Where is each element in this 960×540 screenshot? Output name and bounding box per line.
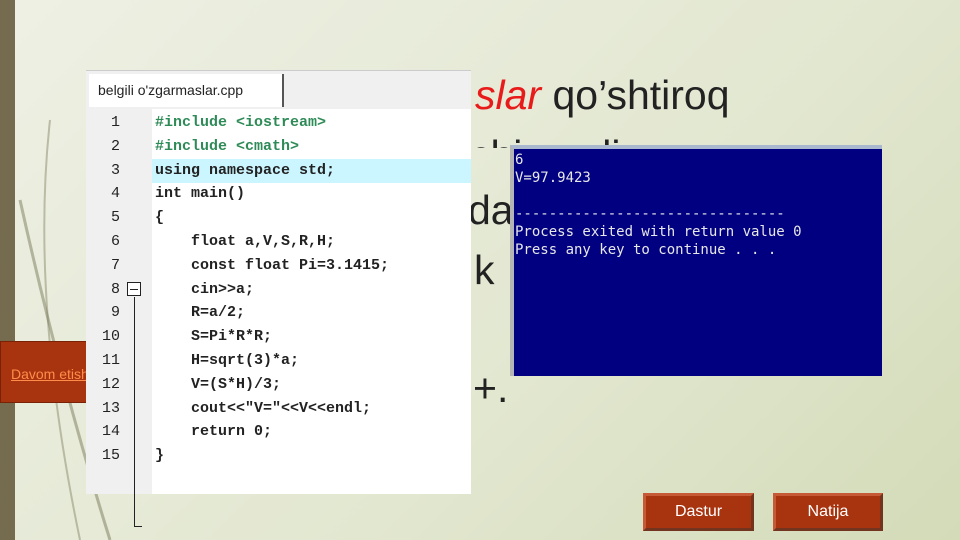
natija-button[interactable]: Natija [773, 493, 883, 531]
text: qo’shtiroq [552, 72, 730, 118]
code-line: #include <iostream> [155, 114, 327, 131]
code-line: cout<<"V="<<V<<endl; [155, 399, 372, 417]
davom-link[interactable]: Davom etish [11, 366, 89, 382]
code-line: const float Pi=3.1415; [155, 256, 390, 274]
period-text: . [496, 365, 509, 411]
line-number: 11 [101, 352, 120, 369]
code-line: V=(S*H)/3; [155, 375, 282, 393]
console-output: 6 V=97.9423 ----------------------------… [510, 145, 882, 376]
line-number: 13 [101, 399, 120, 417]
slide-text-line-1: slar qo’shtiroq [475, 75, 730, 116]
code-line: float a,V,S,R,H; [155, 233, 336, 250]
line-number: 1 [110, 114, 120, 131]
plus-text: + [473, 365, 497, 411]
code-line: #include <cmath> [155, 137, 300, 155]
code-line: R=a/2; [155, 304, 246, 322]
line-number: 7 [110, 256, 120, 274]
code-line: { [155, 209, 165, 227]
code-line: using namespace std; [155, 161, 336, 179]
line-number: 10 [101, 328, 120, 346]
fold-collapse-icon[interactable] [127, 282, 141, 296]
line-number: 12 [101, 375, 120, 393]
line-number: 14 [101, 423, 120, 441]
fold-line [134, 297, 142, 527]
slide-text-line-5: +. [473, 368, 508, 409]
line-number: 3 [110, 161, 120, 179]
line-number: 9 [110, 304, 120, 322]
line-number: 4 [110, 185, 120, 203]
code-line: cin>>a; [155, 280, 255, 298]
code-line: return 0; [155, 423, 273, 441]
line-number: 15 [101, 447, 120, 465]
highlight-word: slar [475, 72, 542, 118]
slide-text-line-3: da [468, 187, 514, 233]
davom-etish-button[interactable]: Davom etish [0, 341, 90, 403]
code-line: H=sqrt(3)*a; [155, 352, 300, 369]
file-tab[interactable]: belgili o'zgarmaslar.cpp [89, 74, 284, 107]
code-editor: belgili o'zgarmaslar.cpp 1 #include <iost… [86, 70, 471, 527]
line-number: 2 [110, 137, 120, 155]
code-line: S=Pi*R*R; [155, 328, 273, 346]
line-number: 6 [110, 233, 120, 250]
dastur-button[interactable]: Dastur [643, 493, 754, 531]
code-line: } [155, 447, 165, 465]
line-number: 5 [110, 209, 120, 227]
line-number: 8 [110, 280, 120, 298]
code-line: int main() [155, 185, 246, 203]
